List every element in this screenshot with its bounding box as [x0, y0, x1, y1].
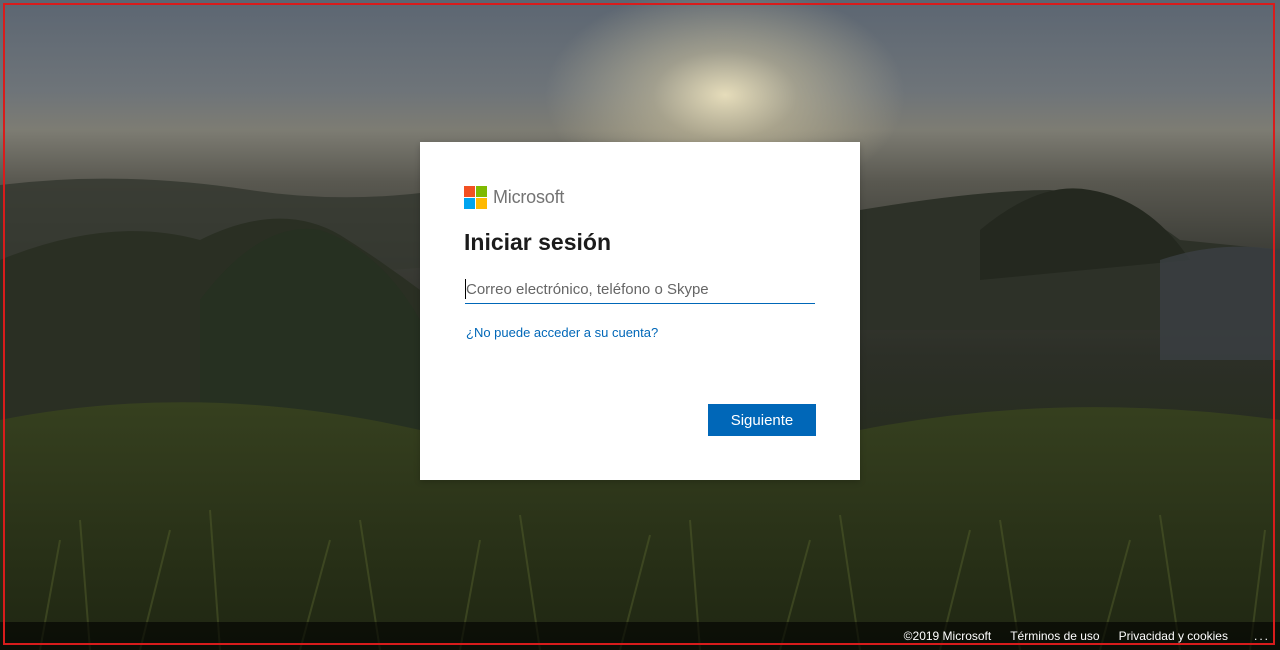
next-button[interactable]: Siguiente: [708, 404, 816, 436]
privacy-link[interactable]: Privacidad y cookies: [1119, 629, 1228, 643]
brand-name: Microsoft: [493, 187, 565, 207]
page-background: Microsoft Iniciar sesión ¿No puede acced…: [0, 0, 1280, 650]
signin-card: Microsoft Iniciar sesión ¿No puede acced…: [420, 142, 860, 480]
cant-access-account-link[interactable]: ¿No puede acceder a su cuenta?: [466, 325, 658, 340]
brand: Microsoft: [464, 186, 564, 209]
footer: ©2019 Microsoft Términos de uso Privacid…: [0, 622, 1280, 650]
text-cursor: [465, 279, 466, 299]
terms-link[interactable]: Términos de uso: [1010, 629, 1099, 643]
microsoft-logo-icon: [464, 186, 487, 209]
more-options-icon[interactable]: ...: [1254, 629, 1270, 643]
page-title: Iniciar sesión: [464, 229, 612, 255]
copyright-text: ©2019 Microsoft: [903, 629, 992, 643]
email-field[interactable]: [465, 276, 815, 304]
